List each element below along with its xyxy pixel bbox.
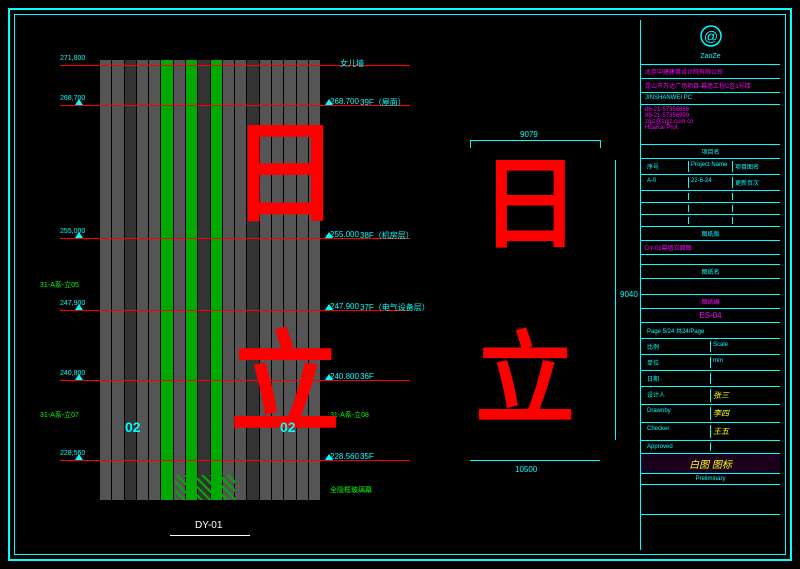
designer-k: 设计人	[645, 389, 711, 402]
mullion-green	[211, 60, 222, 500]
detail-view: 9079 9040 10500 日 立	[460, 140, 630, 490]
project-name: 昆山市万达广场项目-幕墙工程C区1号楼	[641, 79, 780, 93]
project-header: 项目名	[641, 145, 780, 159]
stamp: 白图 图标	[689, 456, 732, 471]
elev-text: 271,800	[60, 55, 85, 62]
row-empty	[645, 193, 689, 200]
address: JINSHANWEI PC	[641, 93, 780, 105]
mullion	[198, 60, 209, 500]
titleblock: @ ZaoZe 北京中建建筑设计院有限公司 昆山市万达广场项目-幕墙工程C区1号…	[640, 20, 780, 550]
title-header: 图纸名	[641, 265, 780, 279]
approved-k: Approved	[645, 443, 711, 451]
dwg-no-hdr: 图纸编	[641, 295, 780, 309]
unit-v: mm	[711, 357, 776, 368]
rev-header: 图纸版	[641, 227, 780, 241]
drawnby-k: Drawnby	[645, 407, 711, 420]
drawing-viewport: 271,800 268,700 255,000 247,900 240,800 …	[20, 20, 640, 550]
anno-text: 全隐框玻璃幕	[330, 485, 372, 495]
row-v: 项目图名	[733, 161, 776, 172]
mullion-green	[186, 60, 197, 500]
row-k: 序号	[645, 161, 689, 172]
page-info: Page 5/24 共24/Page	[645, 325, 776, 336]
view-underline	[170, 535, 250, 536]
company-name: 北京中建建筑设计院有限公司	[641, 65, 780, 79]
unit-k: 单位	[645, 357, 711, 368]
dim-tick	[470, 140, 471, 148]
dim-line	[615, 160, 616, 440]
row-empty	[645, 217, 689, 224]
node-label: 02	[280, 420, 296, 434]
row-v2: 更新页次	[733, 177, 776, 188]
row-empty	[645, 205, 689, 212]
dim-line	[470, 140, 600, 141]
elev-text: 228,560	[60, 450, 85, 457]
signature: 王五	[711, 425, 776, 438]
mullion	[100, 60, 111, 500]
web: HuaKai Prof.	[645, 125, 776, 131]
mullion	[112, 60, 123, 500]
level-name: 38F（机房层）	[360, 230, 414, 241]
signature: 李四	[711, 407, 776, 420]
level-name: 39F（屋面）	[360, 97, 406, 108]
row-k2: Project Name	[689, 161, 733, 172]
level-tag: 268.700	[330, 97, 359, 106]
footer: Preliminary	[641, 474, 780, 485]
logo-text: ZaoZe	[645, 53, 776, 60]
anno-text: 31-A系-立05	[40, 280, 79, 290]
level-name: 37F（电气设备层）	[360, 302, 430, 313]
svg-text:@: @	[703, 28, 717, 44]
level-name: 36F	[360, 372, 374, 381]
level-tag: 228.560	[330, 452, 359, 461]
dim-text: 10500	[515, 465, 537, 474]
dim-text: 9040	[620, 290, 638, 299]
dim-tick	[600, 140, 601, 148]
view-id: DY-01	[195, 520, 222, 531]
mullion-green	[161, 60, 172, 500]
scale-k: 比例	[645, 341, 711, 352]
dwg-title: DY-01幕墙立面图	[641, 241, 780, 255]
row-k: A-0	[645, 177, 689, 188]
level-tag: 247.900	[330, 302, 359, 311]
detail-char-top: 日	[480, 155, 580, 255]
level-name: 35F	[360, 452, 374, 461]
elev-text: 247,900	[60, 300, 85, 307]
node-label: 02	[125, 420, 141, 434]
level-name: 女儿墙	[340, 58, 364, 69]
scale-v: Scale	[711, 341, 776, 352]
dim-text: 9079	[520, 130, 538, 139]
row-v: 22-6-24	[689, 177, 733, 188]
elev-text: 240,800	[60, 370, 85, 377]
logo-block: @ ZaoZe	[641, 20, 780, 65]
hatch-region	[175, 475, 235, 500]
elev-text: 255,000	[60, 228, 85, 235]
mullion	[174, 60, 185, 500]
signature: 张三	[711, 389, 776, 402]
checker-k: Checker	[645, 425, 711, 438]
anno-text: 31-A系-立07	[40, 410, 79, 420]
at-logo-icon: @	[699, 24, 723, 48]
date-k: 日期	[645, 373, 711, 384]
mullion	[149, 60, 160, 500]
dwg-no: ES-04	[641, 309, 780, 323]
elev-text: 268,700	[60, 95, 85, 102]
watermark-char-top: 日	[230, 120, 340, 230]
detail-char-bottom: 立	[475, 330, 575, 430]
dim-line	[470, 460, 600, 461]
